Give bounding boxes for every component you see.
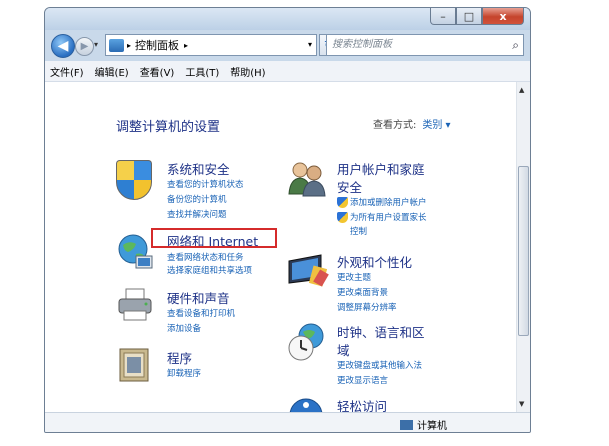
status-computer-label: 计算机	[417, 421, 447, 432]
link-backup[interactable]: 备份您的计算机	[167, 193, 227, 205]
clock-globe-icon[interactable]	[287, 322, 327, 362]
uac-shield-icon	[337, 212, 348, 223]
category-clock-language[interactable]: 时钟、语言和区	[337, 322, 425, 341]
programs-icon[interactable]	[116, 345, 154, 385]
vertical-scrollbar[interactable]: ▲ ▼	[516, 82, 530, 412]
control-panel-window: – □ x ◀ ▶ ▾ ▸ 控制面板 ▸ ▾ ↻ 搜索控制面板 ⌕ 文件(F) …	[44, 7, 531, 433]
link-add-device[interactable]: 添加设备	[167, 322, 201, 334]
highlight-box	[151, 228, 277, 248]
link-troubleshoot[interactable]: 查找并解决问题	[167, 208, 227, 220]
status-bar: 计算机	[45, 412, 530, 432]
search-icon[interactable]: ⌕	[512, 35, 519, 55]
computer-icon	[400, 419, 413, 430]
search-input[interactable]: 搜索控制面板 ⌕	[326, 34, 524, 56]
link-network-status[interactable]: 查看网络状态和任务	[167, 251, 244, 263]
category-user-accounts[interactable]: 用户帐户和家庭	[337, 159, 425, 178]
status-computer: 计算机	[400, 417, 447, 432]
menu-view[interactable]: 查看(V)	[140, 64, 175, 79]
system-security-icon[interactable]	[116, 160, 152, 200]
menu-help[interactable]: 帮助(H)	[230, 64, 265, 79]
link-display-language[interactable]: 更改显示语言	[337, 374, 388, 386]
search-placeholder: 搜索控制面板	[332, 39, 392, 50]
breadcrumb-sep-icon: ▸	[184, 40, 189, 50]
category-clock-language-line2[interactable]: 域	[337, 340, 350, 359]
user-accounts-icon[interactable]	[287, 158, 327, 198]
link-add-remove-user-label: 添加或删除用户帐户	[350, 198, 427, 208]
link-change-background[interactable]: 更改桌面背景	[337, 286, 388, 298]
link-devices-printers[interactable]: 查看设备和打印机	[167, 307, 235, 319]
category-programs[interactable]: 程序	[167, 348, 192, 367]
caption-buttons: – □ x	[430, 8, 524, 25]
link-homegroup[interactable]: 选择家庭组和共享选项	[167, 264, 252, 276]
category-user-accounts-line2[interactable]: 安全	[337, 177, 362, 196]
forward-button[interactable]: ▶	[75, 37, 94, 56]
link-parental-controls-label: 为所有用户设置家长	[350, 213, 427, 223]
category-system-security[interactable]: 系统和安全	[167, 159, 230, 178]
view-by-dropdown[interactable]: 类别 ▾	[422, 120, 450, 131]
link-parental-controls[interactable]: 为所有用户设置家长	[337, 211, 427, 223]
recent-pages-dropdown[interactable]: ▾	[94, 40, 98, 49]
menu-tools[interactable]: 工具(T)	[185, 64, 219, 79]
main-content: 调整计算机的设置 查看方式: 类别 ▾ 系统和安全 查看您的计算机状态 备份您的计…	[45, 82, 516, 432]
minimize-button[interactable]: –	[430, 8, 456, 25]
scroll-down-icon[interactable]: ▼	[519, 400, 524, 408]
link-add-remove-user[interactable]: 添加或删除用户帐户	[337, 196, 427, 208]
network-globe-icon[interactable]	[116, 232, 156, 272]
link-uninstall-program[interactable]: 卸载程序	[167, 367, 201, 379]
close-button[interactable]: x	[482, 8, 524, 25]
category-appearance[interactable]: 外观和个性化	[337, 252, 412, 271]
breadcrumb-item[interactable]: 控制面板	[135, 37, 179, 53]
view-by-label: 查看方式:	[373, 120, 417, 131]
maximize-button[interactable]: □	[456, 8, 482, 25]
link-keyboard-input[interactable]: 更改键盘或其他输入法	[337, 359, 422, 371]
breadcrumb-sep-icon: ▸	[127, 40, 132, 50]
address-dropdown-icon[interactable]: ▾	[308, 40, 312, 49]
uac-shield-icon	[337, 197, 348, 208]
back-button[interactable]: ◀	[51, 34, 75, 58]
link-computer-status[interactable]: 查看您的计算机状态	[167, 178, 244, 190]
address-bar[interactable]: ▸ 控制面板 ▸ ▾	[105, 34, 317, 56]
appearance-monitor-icon[interactable]	[287, 253, 329, 291]
title-bar: – □ x	[45, 8, 530, 30]
scroll-thumb[interactable]	[518, 166, 529, 336]
menu-file[interactable]: 文件(F)	[50, 64, 84, 79]
printer-icon[interactable]	[116, 287, 156, 323]
control-panel-icon	[109, 38, 124, 52]
link-change-theme[interactable]: 更改主题	[337, 271, 371, 283]
scroll-up-icon[interactable]: ▲	[519, 86, 524, 94]
menu-edit[interactable]: 编辑(E)	[95, 64, 129, 79]
link-parental-controls-line2[interactable]: 控制	[350, 225, 367, 237]
category-hardware-sound[interactable]: 硬件和声音	[167, 288, 230, 307]
menu-bar: 文件(F) 编辑(E) 查看(V) 工具(T) 帮助(H)	[45, 61, 530, 82]
link-screen-resolution[interactable]: 调整屏幕分辨率	[337, 301, 397, 313]
page-title: 调整计算机的设置	[116, 120, 221, 135]
view-by: 查看方式: 类别 ▾	[373, 116, 451, 131]
navigation-bar: ◀ ▶ ▾ ▸ 控制面板 ▸ ▾ ↻ 搜索控制面板 ⌕	[45, 30, 530, 61]
